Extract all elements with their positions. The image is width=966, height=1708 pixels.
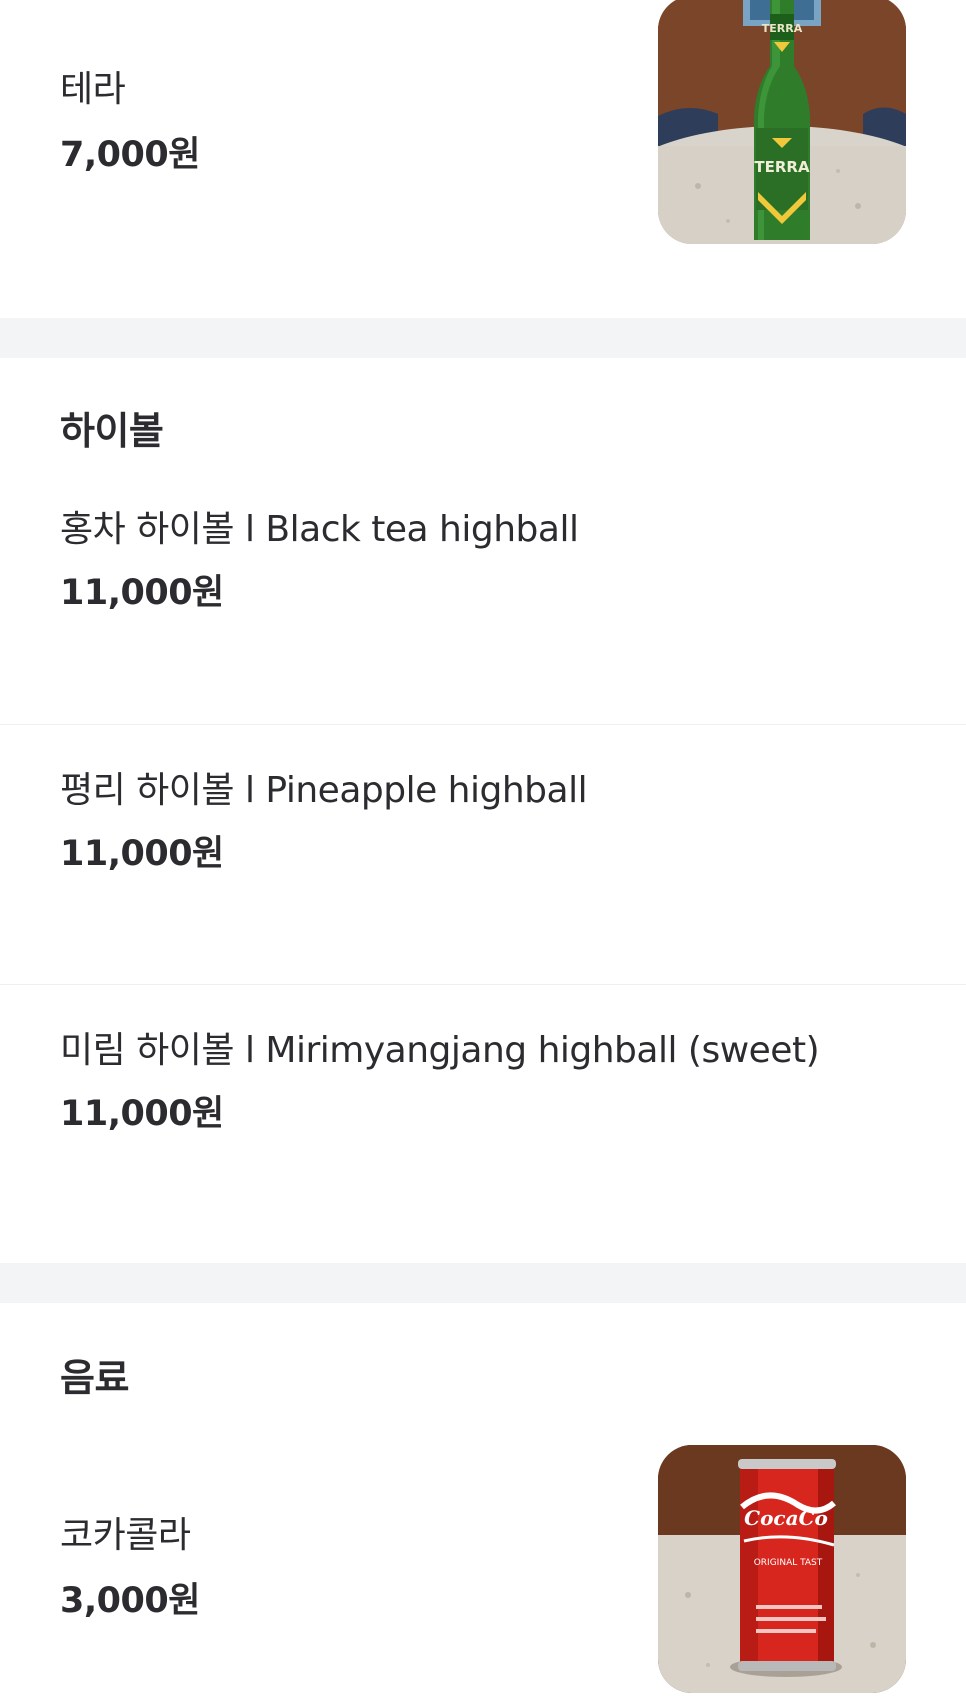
svg-text:TERRA: TERRA: [754, 158, 810, 176]
item-price: 11,000원: [60, 573, 224, 613]
section-title: 하이볼: [60, 409, 164, 453]
item-name: 평리 하이볼 l Pineapple highball: [60, 770, 588, 811]
item-name: 테라: [60, 69, 126, 110]
item-price: 11,000원: [60, 834, 224, 874]
item-price: 3,000원: [60, 1581, 200, 1621]
menu-item-terra[interactable]: 테라 7,000원 TERRA TERRA: [0, 0, 966, 318]
item-name: 미림 하이볼 l Mirimyangjang highball (sweet): [60, 1030, 820, 1071]
item-price: 7,000원: [60, 135, 200, 175]
section-divider: [0, 1263, 966, 1303]
menu-item-highball-3[interactable]: 미림 하이볼 l Mirimyangjang highball (sweet) …: [0, 985, 966, 1263]
terra-bottle-image: TERRA TERRA: [658, 0, 906, 244]
section-divider: [0, 318, 966, 358]
item-name: 홍차 하이볼 l Black tea highball: [60, 509, 579, 550]
menu-item-coca-cola[interactable]: 코카콜라 3,000원 CocaCo ORIGINAL TAST: [0, 1430, 966, 1708]
svg-text:ORIGINAL TAST: ORIGINAL TAST: [754, 1558, 823, 1568]
item-name: 코카콜라: [60, 1515, 191, 1556]
section-title: 음료: [60, 1356, 129, 1400]
menu-page: 테라 7,000원 TERRA TERRA 하이볼 홍차 하이볼 l Black…: [0, 0, 966, 1708]
svg-text:TERRA: TERRA: [762, 22, 803, 35]
item-thumbnail-terra: TERRA TERRA: [658, 0, 906, 244]
coca-cola-can-image: CocaCo ORIGINAL TAST: [658, 1445, 906, 1693]
item-price: 11,000원: [60, 1094, 224, 1134]
menu-item-highball-2[interactable]: 평리 하이볼 l Pineapple highball 11,000원: [0, 725, 966, 984]
svg-text:CocaCo: CocaCo: [744, 1506, 828, 1530]
item-thumbnail-coca-cola: CocaCo ORIGINAL TAST: [658, 1445, 906, 1693]
menu-item-highball-1[interactable]: 홍차 하이볼 l Black tea highball 11,000원: [0, 480, 966, 724]
